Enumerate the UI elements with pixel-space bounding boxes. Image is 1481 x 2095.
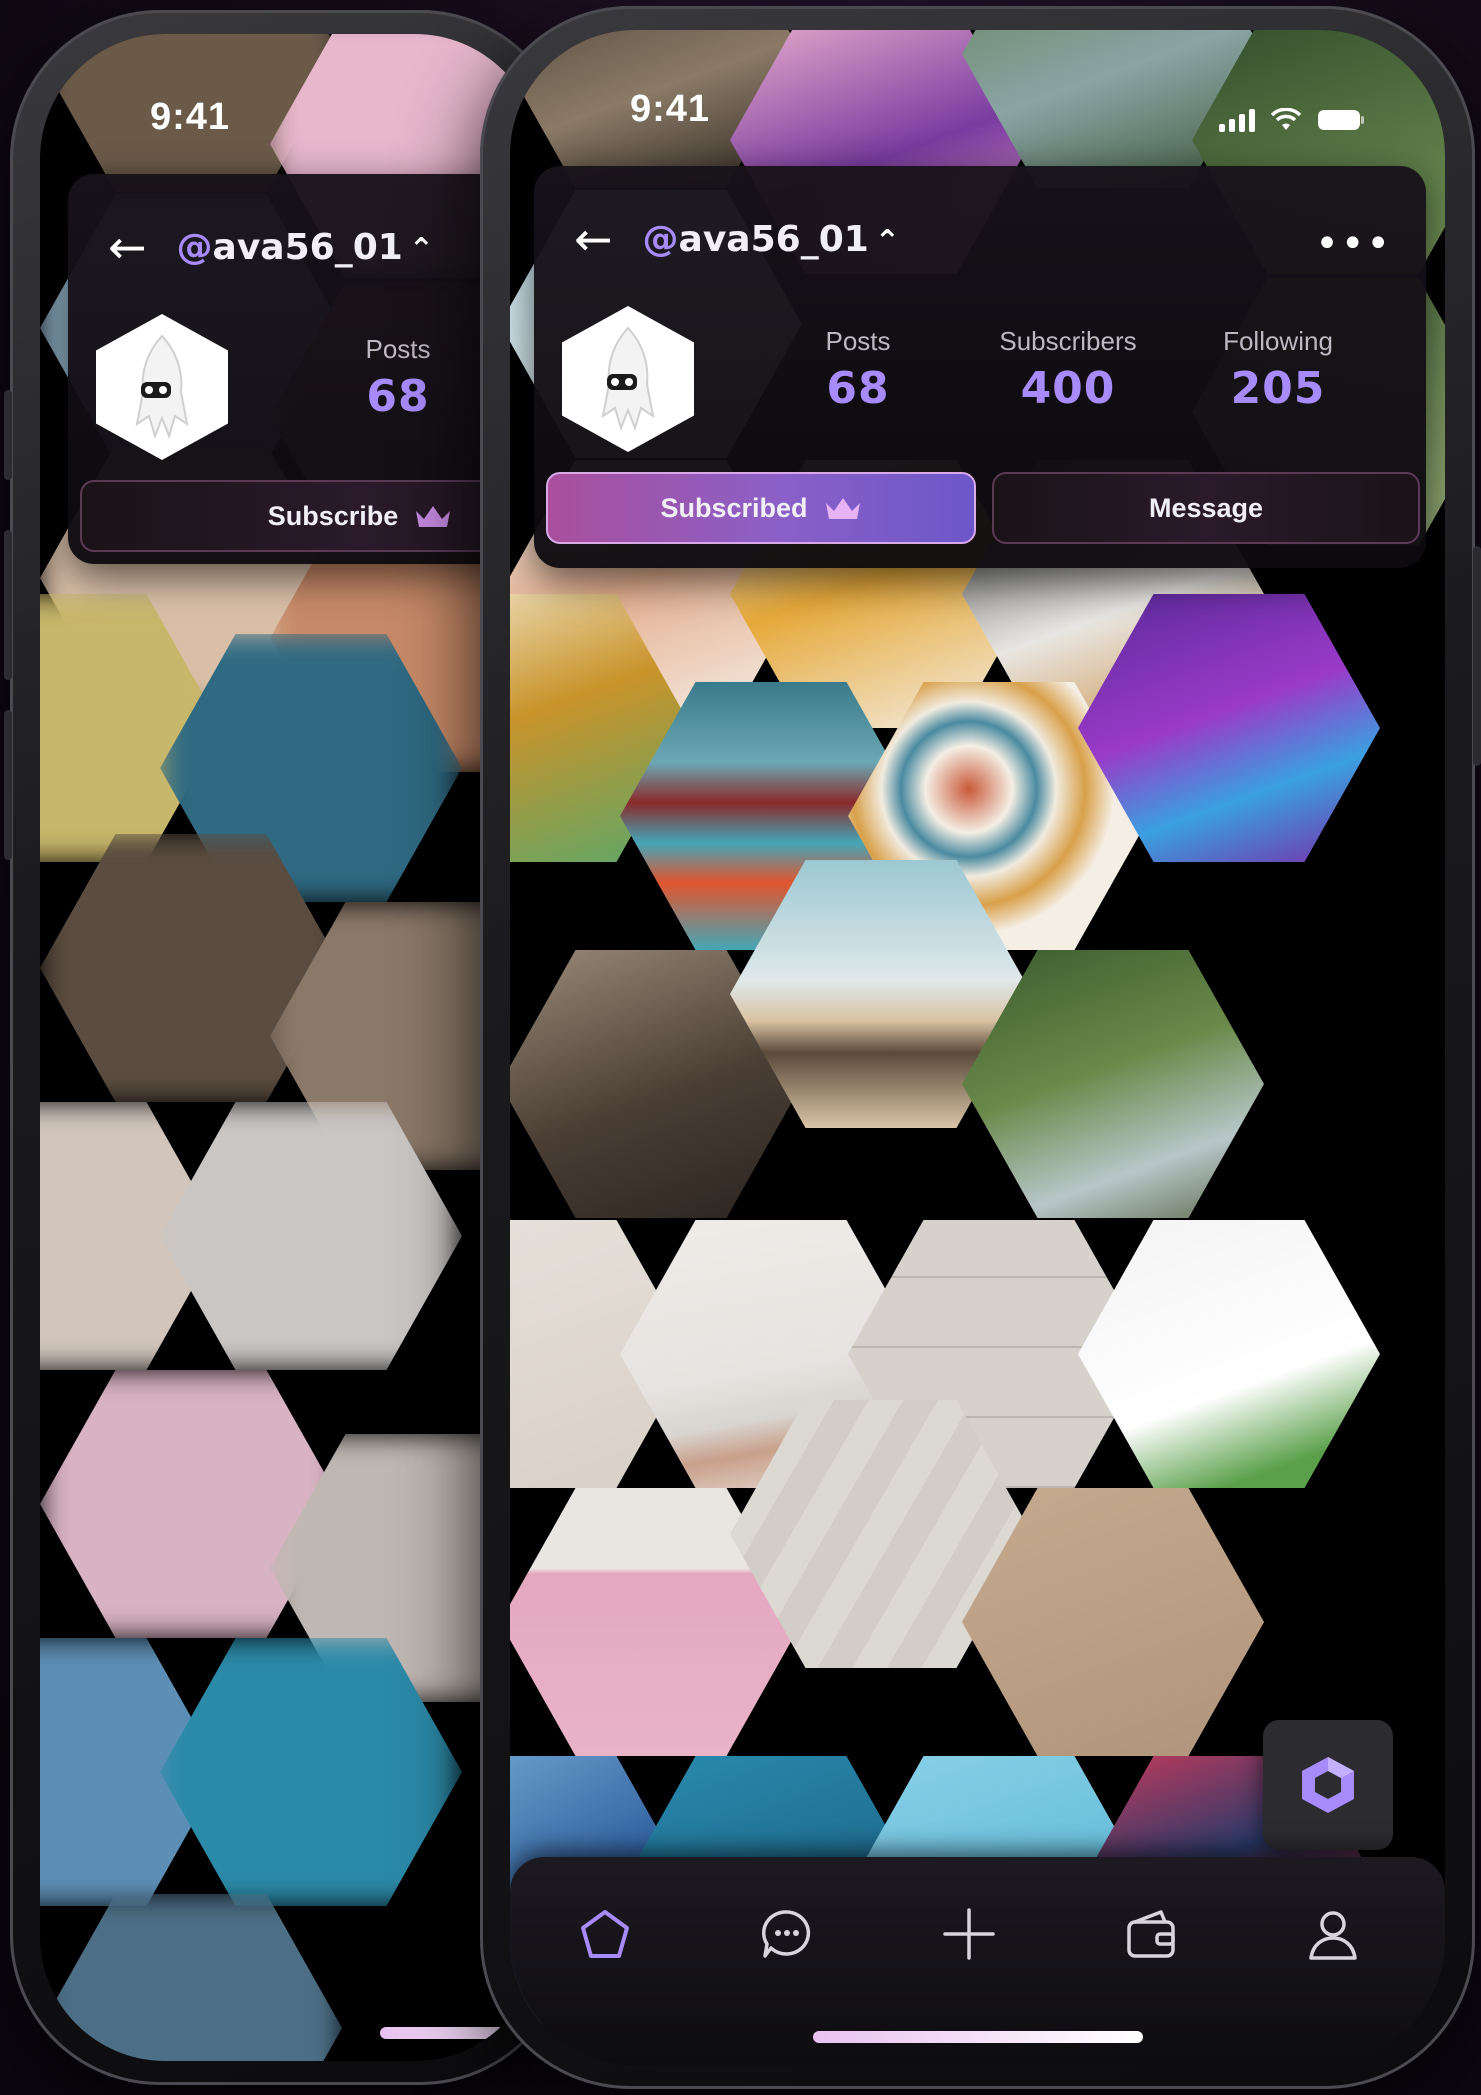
- squid-avatar-icon: [601, 326, 655, 432]
- username[interactable]: @ava56_01 ⌃: [177, 227, 434, 268]
- status-icons: [1219, 108, 1365, 132]
- tab-add[interactable]: [934, 1899, 1004, 1969]
- stat-posts[interactable]: Posts 68: [758, 326, 958, 414]
- crown-icon: [416, 506, 451, 527]
- tab-profile[interactable]: [1298, 1899, 1368, 1969]
- side-button: [4, 390, 12, 480]
- subscribe-button[interactable]: Subscribe: [80, 480, 540, 552]
- cube-icon: [1302, 1757, 1354, 1813]
- hex-tile[interactable]: [40, 1894, 342, 2061]
- status-time: 9:41: [150, 96, 231, 138]
- username[interactable]: @ava56_01 ⌃: [643, 219, 900, 260]
- header-row: ← @ava56_01 ⌃: [108, 224, 434, 270]
- profile-icon: [1309, 1911, 1357, 1960]
- home-indicator: [812, 2031, 1143, 2043]
- chat-icon: [761, 1910, 811, 1958]
- hex-tile[interactable]: [1078, 1220, 1380, 1488]
- profile-header-card: ← @ava56_01 ⌃ ••• Posts 68 Subscribers 40…: [534, 166, 1426, 568]
- arrow-left-icon[interactable]: ←: [108, 224, 147, 270]
- fab-button[interactable]: [1263, 1720, 1393, 1850]
- stat-subscribers[interactable]: Subscribers 400: [968, 326, 1168, 414]
- chevron-up-icon[interactable]: ⌃: [409, 232, 434, 267]
- battery-icon: [1318, 110, 1364, 130]
- header-row: ← @ava56_01 ⌃: [574, 216, 900, 262]
- side-button: [4, 530, 12, 680]
- message-button[interactable]: Message: [992, 472, 1420, 544]
- side-button: [1473, 546, 1481, 766]
- chevron-up-icon[interactable]: ⌃: [875, 224, 900, 259]
- status-time: 9:41: [630, 88, 711, 130]
- squid-avatar-icon: [135, 334, 189, 440]
- home-icon: [581, 1910, 629, 1958]
- cellular-signal-icon: [1219, 109, 1255, 132]
- back-screen: 9:41 ← @ava56_01 ⌃ Posts 68 Subscribe: [40, 34, 540, 2061]
- tab-bar: [510, 1857, 1445, 2065]
- crown-icon: [825, 498, 860, 519]
- more-dots-icon[interactable]: •••: [1315, 224, 1392, 264]
- arrow-left-icon[interactable]: ←: [574, 216, 613, 262]
- avatar[interactable]: [562, 306, 694, 452]
- wifi-icon: [1270, 108, 1302, 130]
- add-icon: [943, 1908, 995, 1960]
- stat-following[interactable]: Following 205: [1178, 326, 1378, 414]
- phone-front: 9:41 ← @ava56_01 ⌃ ••• Posts 68 Subscrib…: [480, 6, 1481, 2089]
- tab-wallet[interactable]: [1116, 1899, 1186, 1969]
- subscribed-button[interactable]: Subscribed: [546, 472, 976, 544]
- stat-posts[interactable]: Posts 68: [298, 334, 498, 422]
- tab-home[interactable]: [570, 1899, 640, 1969]
- profile-header-card: ← @ava56_01 ⌃ Posts 68 Subscribe: [68, 174, 540, 564]
- wallet-icon: [1127, 1910, 1175, 1958]
- side-button: [4, 710, 12, 860]
- front-screen: 9:41 ← @ava56_01 ⌃ ••• Posts 68 Subscrib…: [510, 30, 1445, 2065]
- avatar[interactable]: [96, 314, 228, 460]
- tab-chat[interactable]: [752, 1899, 822, 1969]
